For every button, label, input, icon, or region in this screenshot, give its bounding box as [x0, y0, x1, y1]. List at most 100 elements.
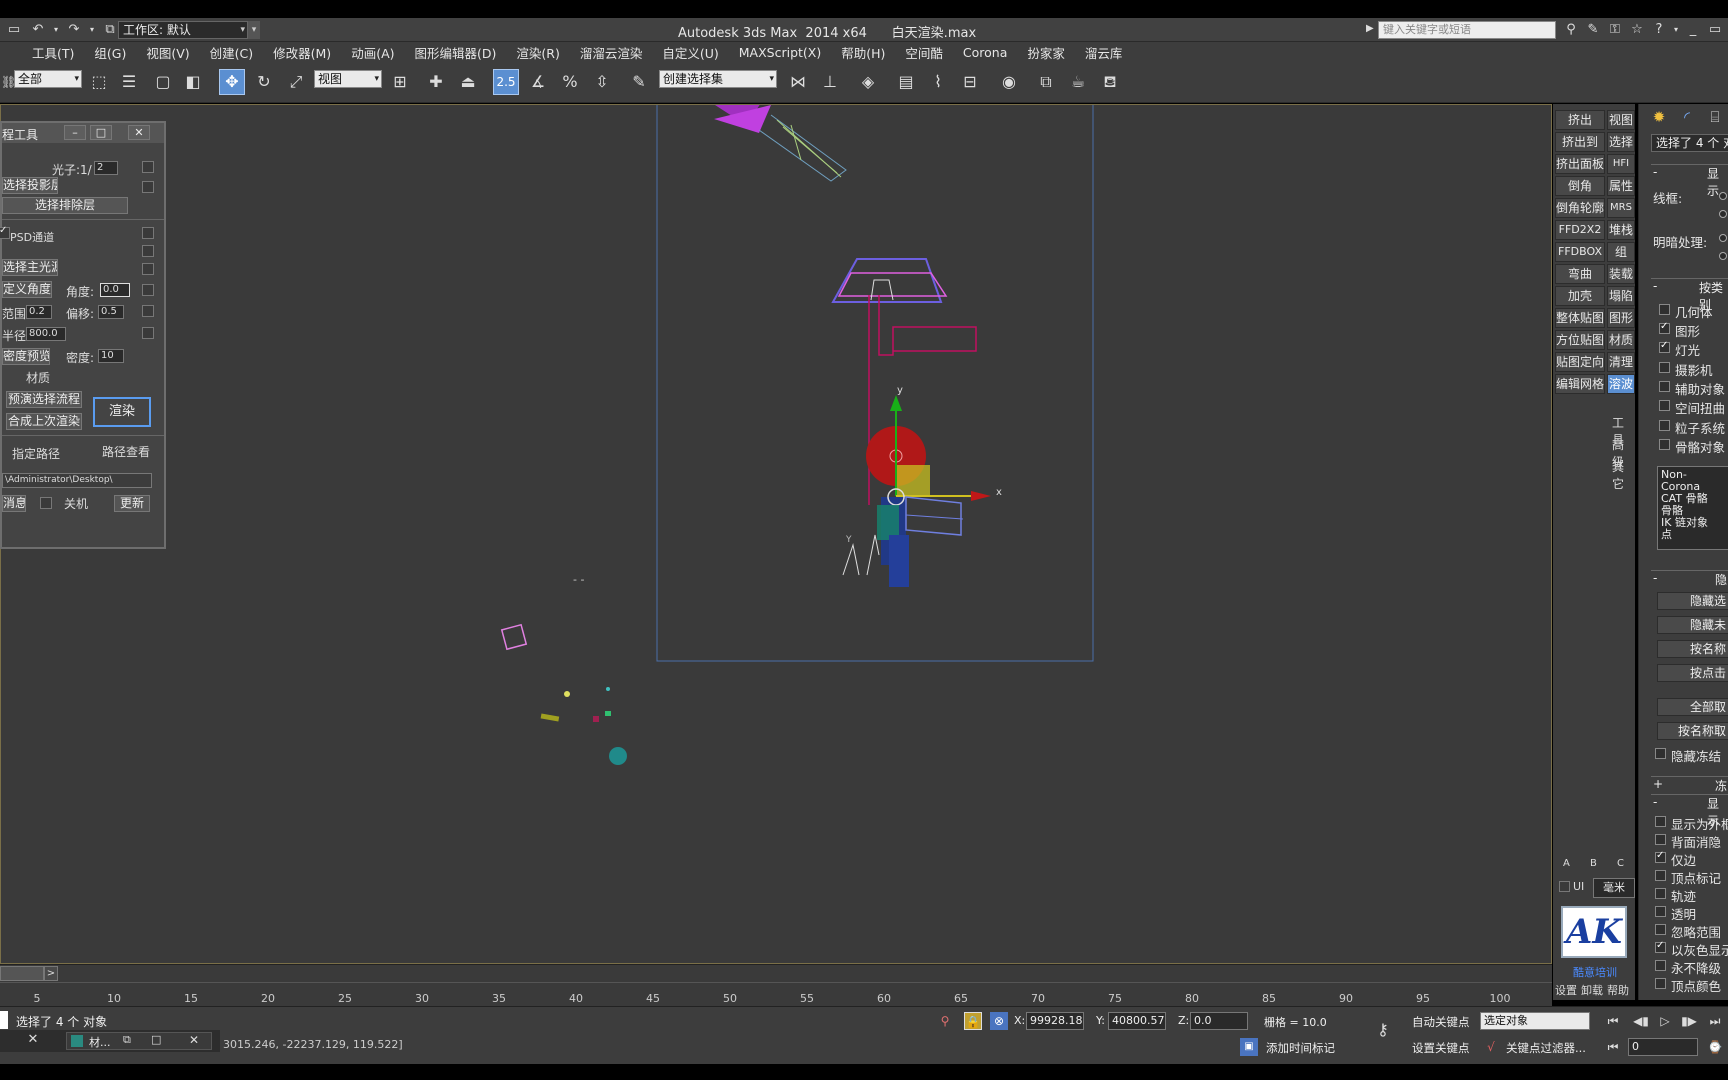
list-item[interactable]: Non-Corona	[1661, 469, 1725, 493]
z-coord-field[interactable]: 0.0	[1190, 1012, 1248, 1030]
search-input[interactable]: 键入关键字或短语	[1378, 21, 1556, 39]
menu-help[interactable]: 帮助(H)	[831, 43, 895, 62]
play-icon[interactable]: ▷	[1656, 1012, 1674, 1030]
dialog-maximize-button[interactable]: □	[90, 125, 112, 140]
cat-geometry-checkbox[interactable]	[1659, 304, 1670, 315]
cmd-extrude-to[interactable]: 挤出到	[1555, 132, 1605, 152]
cmd-load[interactable]: 装载	[1607, 264, 1635, 284]
menu-corona[interactable]: Corona	[953, 45, 1017, 60]
radius-checkbox[interactable]	[142, 327, 154, 339]
cat-shapes-checkbox[interactable]	[1659, 321, 1670, 334]
cmd-stack[interactable]: 堆栈	[1607, 220, 1635, 240]
logo-caption[interactable]: 酷意培训	[1573, 964, 1617, 980]
cmd-material[interactable]: 材质	[1607, 330, 1635, 350]
menu-modifiers[interactable]: 修改器(M)	[263, 43, 341, 62]
composite-last-button[interactable]: 合成上次渲染	[6, 413, 82, 430]
cmd-help[interactable]: 帮助	[1607, 982, 1629, 998]
key-filter-icon[interactable]: √	[1482, 1038, 1500, 1056]
trajectory-checkbox[interactable]	[1655, 888, 1666, 899]
cmd-map-orient[interactable]: 贴图定向	[1555, 352, 1605, 372]
cmd-bevel-profile[interactable]: 倒角轮廓	[1555, 198, 1605, 218]
cmd-orient-map[interactable]: 方位贴图	[1555, 330, 1605, 350]
photon-spinner[interactable]: 2	[94, 161, 118, 175]
menu-rendering[interactable]: 渲染(R)	[506, 43, 569, 62]
cmd-wave[interactable]: 溶波	[1607, 374, 1635, 394]
cmd-a-tab[interactable]: A	[1563, 858, 1570, 869]
range-spinner[interactable]: 0.2	[26, 305, 52, 319]
density-spinner[interactable]: 10	[98, 349, 124, 363]
create-tab-icon[interactable]: ✹	[1649, 108, 1669, 128]
menu-liuyunku[interactable]: 溜云库	[1075, 43, 1133, 62]
rotate-icon[interactable]: ↻	[251, 69, 277, 95]
angle-input[interactable]: 0.0	[100, 283, 130, 297]
cat-cameras-checkbox[interactable]	[1659, 362, 1670, 373]
modify-tab-icon[interactable]: ◜	[1677, 108, 1697, 128]
ribbon-icon[interactable]: ▤	[893, 69, 919, 95]
cmd-mrs[interactable]: MRS	[1607, 198, 1635, 218]
cmd-hfi[interactable]: HFI	[1607, 154, 1635, 174]
percent-snap-icon[interactable]: %	[557, 69, 583, 95]
hierarchy-tab-icon[interactable]: ⌸	[1705, 108, 1725, 128]
cmd-unit-dropdown[interactable]: 毫米	[1593, 878, 1635, 898]
render-production-icon[interactable]: ⛾	[1097, 69, 1123, 95]
cmd-b-tab[interactable]: B	[1590, 858, 1597, 869]
workspace-dropdown[interactable]: 工作区: 默认 ▾	[118, 21, 248, 39]
select-exclude-layer-button[interactable]: 选择排除层	[2, 197, 128, 214]
rect-region-icon[interactable]: ▢	[150, 69, 176, 95]
cat-helpers-checkbox[interactable]	[1659, 381, 1670, 392]
time-slider-handle[interactable]	[0, 966, 44, 981]
viewport[interactable]: y x Y - -	[0, 104, 1552, 964]
freeze-rollout-header[interactable]: + 冻	[1651, 776, 1728, 793]
absolute-mode-icon[interactable]: ⊗	[990, 1012, 1008, 1030]
tools-icon[interactable]: ✎	[1584, 21, 1602, 39]
restore-icon[interactable]: ⧉	[123, 1033, 131, 1047]
add-time-tag-label[interactable]: 添加时间标记	[1266, 1040, 1335, 1056]
minimize-icon[interactable]: _	[1684, 21, 1702, 39]
layer-manager-icon[interactable]: ◈	[855, 69, 881, 95]
cat-lights-checkbox[interactable]	[1659, 340, 1670, 353]
redo-icon[interactable]: ↷	[64, 21, 84, 39]
key-mode-toggle-icon[interactable]: ⏮	[1604, 1038, 1622, 1056]
next-frame-icon[interactable]: ▮▶	[1680, 1012, 1698, 1030]
set-key-button[interactable]: 设置关键点	[1412, 1040, 1470, 1056]
angle-snap-icon[interactable]: ∡	[525, 69, 551, 95]
cmd-edit-mesh[interactable]: 编辑网格	[1555, 374, 1605, 394]
cmd-bend[interactable]: 弯曲	[1555, 264, 1605, 284]
undo-dropdown-icon[interactable]: ▾	[52, 21, 60, 39]
snap-toggle-icon[interactable]: 2.5	[493, 69, 519, 95]
display-as-box-checkbox[interactable]	[1655, 816, 1666, 827]
never-degrade-checkbox[interactable]	[1655, 960, 1666, 971]
update-button[interactable]: 更新	[114, 495, 150, 512]
menu-group[interactable]: 组(G)	[84, 43, 136, 62]
shutdown-checkbox[interactable]	[40, 497, 52, 509]
wireframe-radio-1[interactable]	[1719, 192, 1727, 200]
cmd-settings[interactable]: 设置	[1555, 982, 1577, 998]
density-preview-button[interactable]: 密度预览	[2, 348, 50, 365]
undo-icon[interactable]: ↶	[28, 21, 48, 39]
material-editor-tab[interactable]: 材... ⧉ □ ✕	[66, 1032, 212, 1050]
lock-icon[interactable]: 🔒	[964, 1012, 982, 1030]
photon-checkbox[interactable]	[142, 161, 154, 173]
cmd-extrude-panel[interactable]: 挤出面板	[1555, 154, 1605, 174]
unhide-by-name-button[interactable]: 按名称取	[1657, 722, 1728, 740]
hide-unselected-button[interactable]: 隐藏未	[1657, 616, 1728, 634]
cmd-shape[interactable]: 图形	[1607, 308, 1635, 328]
help-icon[interactable]: ?	[1650, 21, 1668, 39]
cmd-uninstall[interactable]: 卸载	[1581, 982, 1603, 998]
menu-maxscript[interactable]: MAXScript(X)	[729, 45, 831, 60]
backface-cull-checkbox[interactable]	[1655, 834, 1666, 845]
preview-flow-button[interactable]: 预演选择流程	[6, 391, 82, 408]
radius-spinner[interactable]: 800.0	[26, 327, 66, 341]
category-rollout-header[interactable]: - 按类别	[1651, 278, 1728, 312]
link-icon[interactable]: ⛓	[0, 69, 16, 95]
hold-icon[interactable]: ⧉	[100, 21, 120, 39]
auto-key-button[interactable]: 自动关键点	[1412, 1014, 1470, 1030]
edit-named-sel-icon[interactable]: ✎	[626, 69, 652, 95]
edges-only-checkbox[interactable]	[1655, 850, 1666, 863]
display-props-rollout-header[interactable]: - 显示	[1651, 794, 1728, 828]
dialog-close-button[interactable]: ✕	[128, 125, 150, 140]
keyboard-shortcut-icon[interactable]: ⏏	[455, 69, 481, 95]
wireframe-radio-2[interactable]	[1719, 210, 1727, 218]
star-icon[interactable]: ☆	[1628, 21, 1646, 39]
key-mode-dropdown[interactable]: 选定对象	[1480, 1012, 1590, 1030]
